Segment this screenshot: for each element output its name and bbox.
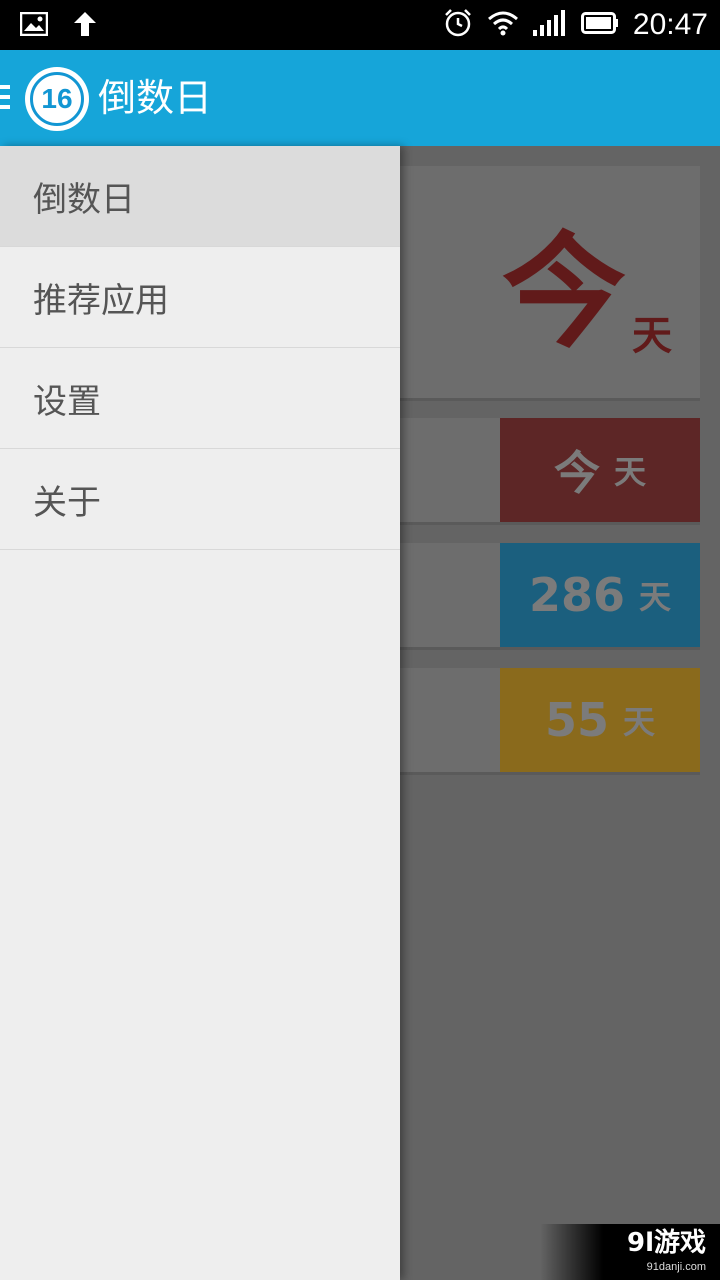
watermark: 9l游戏 91danji.com <box>540 1224 720 1280</box>
main-content: 今 天 今 天 286 天 55 天 <box>400 146 720 1280</box>
app-logo[interactable]: 16 <box>25 67 89 131</box>
event-row[interactable]: 55 天 <box>400 668 700 772</box>
app-title: 倒数日 <box>98 76 213 120</box>
drawer-item-label: 推荐应用 <box>33 280 169 321</box>
event-badge: 55 天 <box>500 668 700 772</box>
drawer-item-label: 关于 <box>33 482 101 523</box>
drawer-item-label: 设置 <box>33 381 101 422</box>
alarm-icon <box>443 8 473 42</box>
drawer-item-recommended-apps[interactable]: 推荐应用 <box>0 247 400 348</box>
status-time: 20:47 <box>632 8 708 41</box>
event-value: 今 <box>553 446 600 500</box>
battery-icon <box>580 12 619 38</box>
upload-arrow-icon <box>72 10 98 42</box>
navigation-drawer: 倒数日 推荐应用 设置 关于 <box>0 146 400 1280</box>
drawer-item-label: 倒数日 <box>33 179 135 220</box>
hero-unit: 天 <box>632 313 672 359</box>
wifi-icon <box>487 10 519 40</box>
hero-card[interactable]: 今 天 <box>400 166 700 398</box>
gallery-icon <box>19 11 49 40</box>
hero-value: 今 <box>502 221 627 365</box>
app-bar: 16 倒数日 <box>0 50 720 146</box>
event-badge: 今 天 <box>500 418 700 522</box>
menu-icon[interactable] <box>0 85 10 115</box>
drawer-item-about[interactable]: 关于 <box>0 449 400 550</box>
watermark-url: 91danji.com <box>646 1261 706 1273</box>
event-value: 286 <box>528 568 625 622</box>
status-bar: 20:47 <box>0 0 720 50</box>
event-unit: 天 <box>639 578 672 616</box>
event-row[interactable]: 286 天 <box>400 543 700 647</box>
drawer-item-countdown[interactable]: 倒数日 <box>0 146 400 247</box>
event-unit: 天 <box>623 703 656 741</box>
app-logo-number: 16 <box>30 72 84 126</box>
event-row[interactable]: 今 天 <box>400 418 700 522</box>
event-unit: 天 <box>613 453 646 491</box>
watermark-title: 9l游戏 <box>626 1228 706 1258</box>
drawer-item-settings[interactable]: 设置 <box>0 348 400 449</box>
event-value: 55 <box>544 693 609 747</box>
event-badge: 286 天 <box>500 543 700 647</box>
signal-icon <box>532 10 567 40</box>
